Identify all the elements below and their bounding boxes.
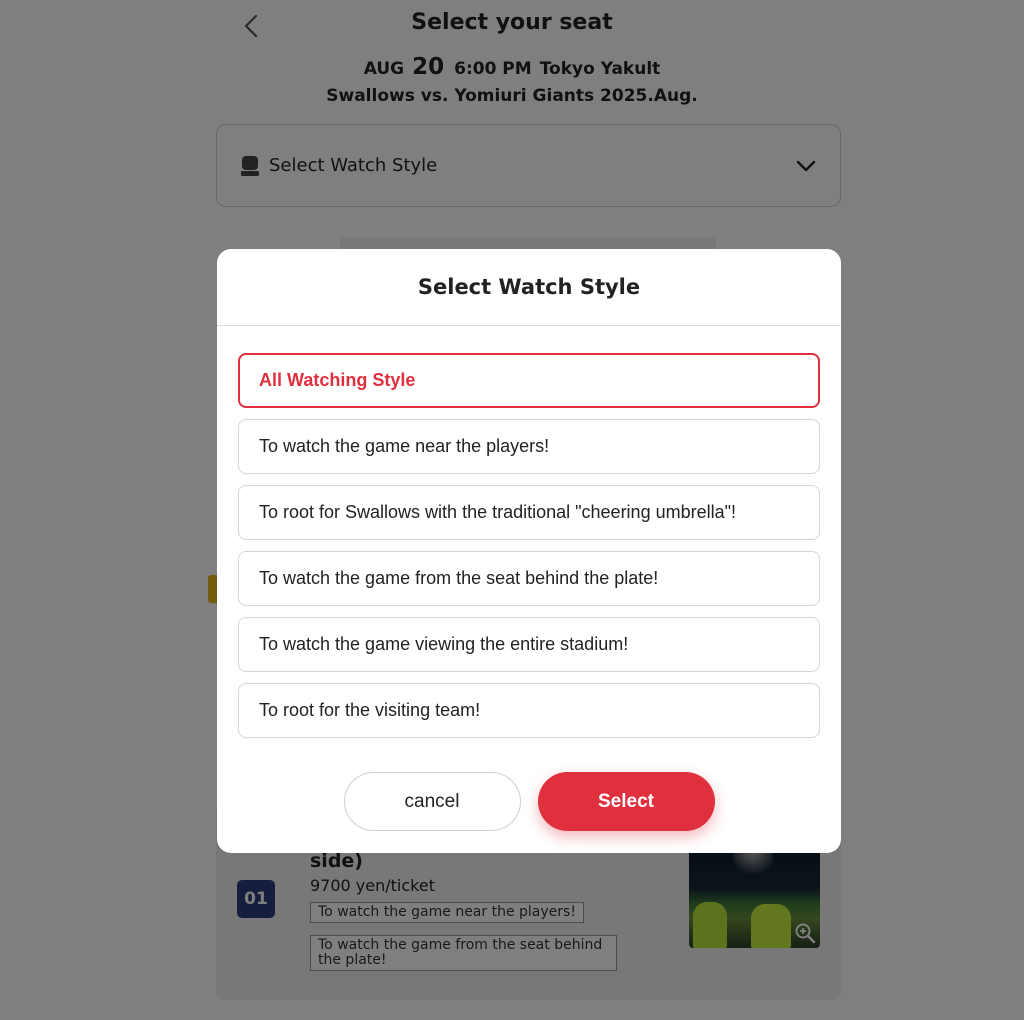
watch-style-options: All Watching Style To watch the game nea…	[238, 353, 820, 749]
watch-style-option[interactable]: To root for the visiting team!	[238, 683, 820, 738]
cancel-button[interactable]: cancel	[343, 772, 521, 831]
watch-style-option[interactable]: To watch the game near the players!	[238, 419, 820, 474]
modal-actions: cancel Select	[217, 772, 841, 831]
watch-style-modal: Select Watch Style All Watching Style To…	[217, 249, 841, 853]
modal-header: Select Watch Style	[217, 249, 841, 326]
watch-style-option[interactable]: To watch the game from the seat behind t…	[238, 551, 820, 606]
watch-style-option[interactable]: To watch the game viewing the entire sta…	[238, 617, 820, 672]
watch-style-option[interactable]: To root for Swallows with the traditiona…	[238, 485, 820, 540]
watch-style-option-all[interactable]: All Watching Style	[238, 353, 820, 408]
modal-title: Select Watch Style	[417, 275, 641, 299]
select-button[interactable]: Select	[537, 772, 715, 831]
